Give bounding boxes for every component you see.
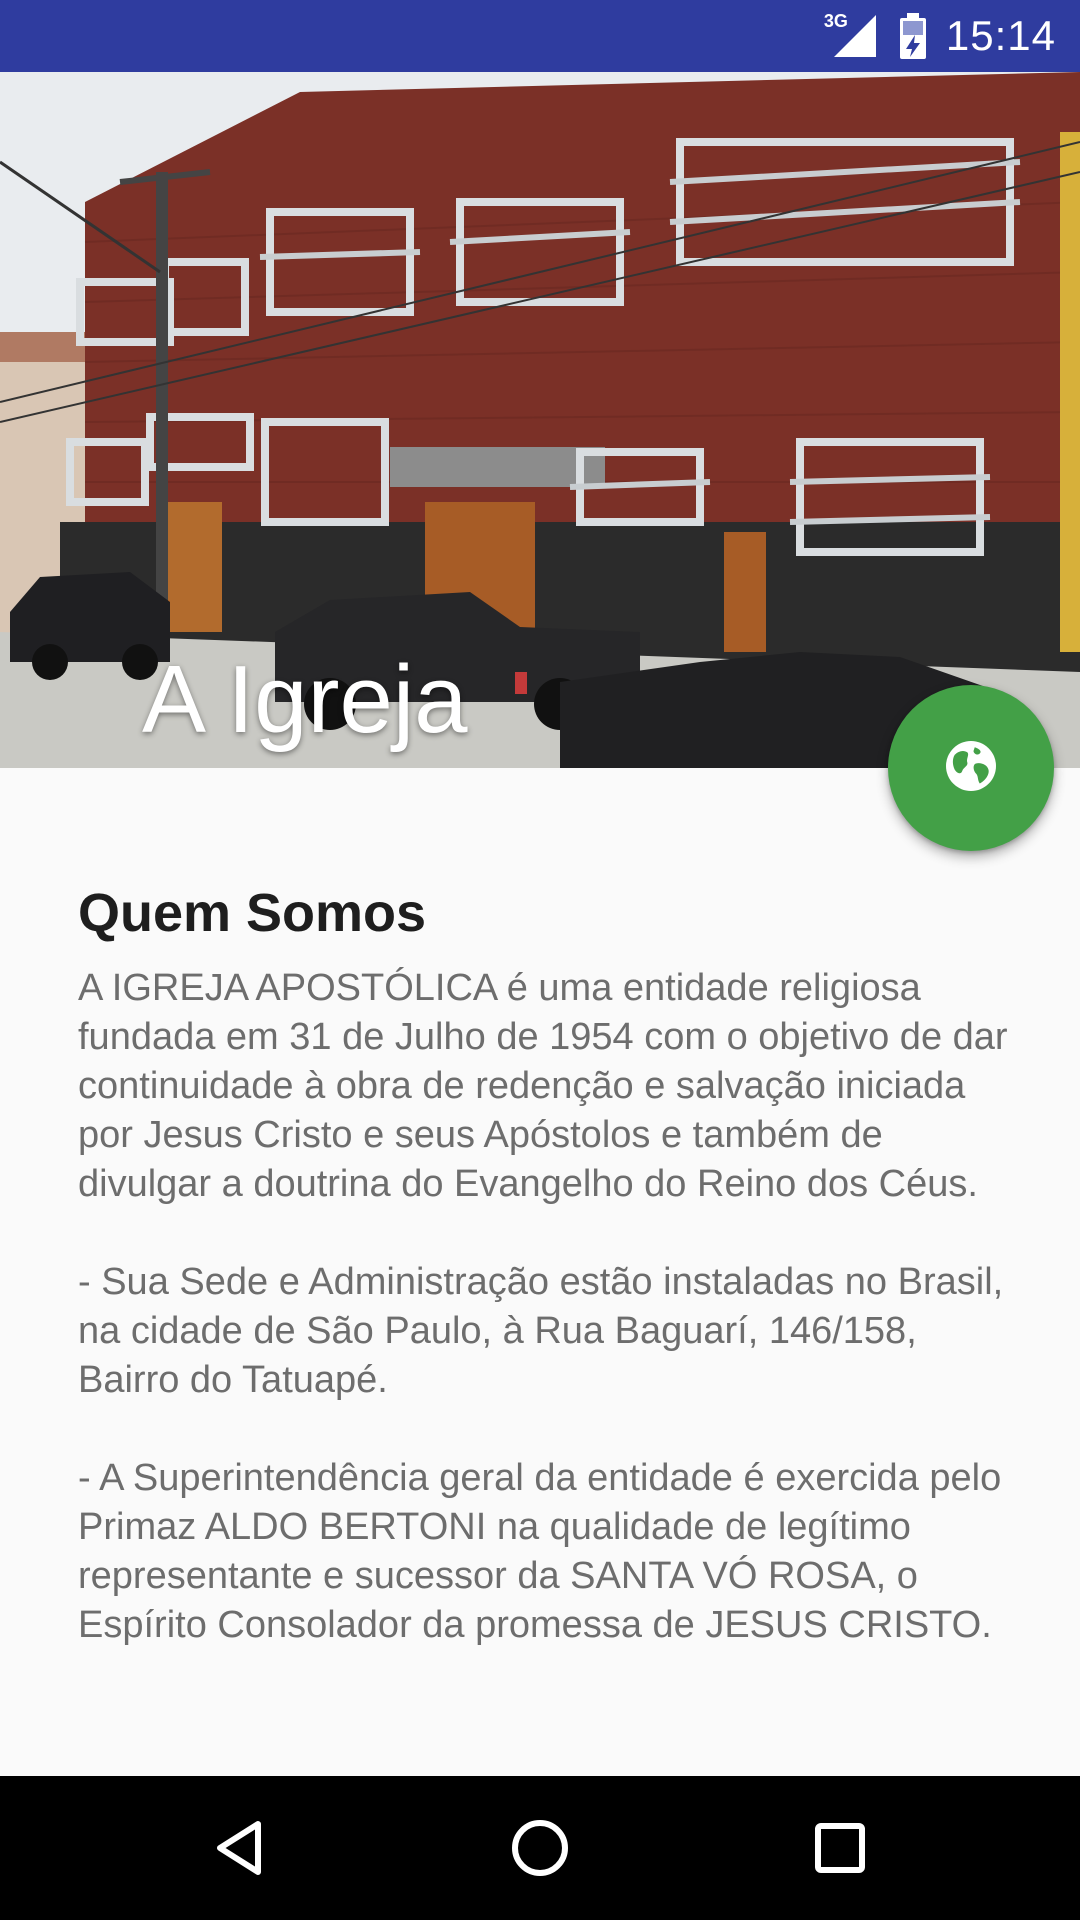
clock: 15:14 [945, 12, 1056, 59]
status-bar: 3G 15:14 [0, 0, 1080, 72]
body-text: A IGREJA APOSTÓLICA é uma entidade relig… [78, 967, 1008, 1646]
navigation-bar [0, 1776, 1080, 1920]
globe-icon [941, 736, 1001, 801]
section-title: Quem Somos [78, 883, 427, 943]
content-area: Quem Somos A IGREJA APOSTÓLICA é uma ent… [78, 880, 1018, 1650]
signal-icon: 3G [824, 11, 880, 61]
back-triangle-icon [217, 1821, 261, 1875]
battery-icon [898, 13, 928, 59]
header-image: A Igreja [0, 72, 1080, 768]
website-fab-button[interactable] [888, 685, 1054, 851]
status-icons: 3G 15:14 [824, 0, 1056, 72]
page-title: A Igreja [142, 646, 468, 753]
recents-button[interactable] [804, 1812, 876, 1884]
recents-square-icon [815, 1823, 865, 1873]
back-button[interactable] [204, 1812, 276, 1884]
home-circle-icon [512, 1820, 568, 1876]
home-button[interactable] [504, 1812, 576, 1884]
